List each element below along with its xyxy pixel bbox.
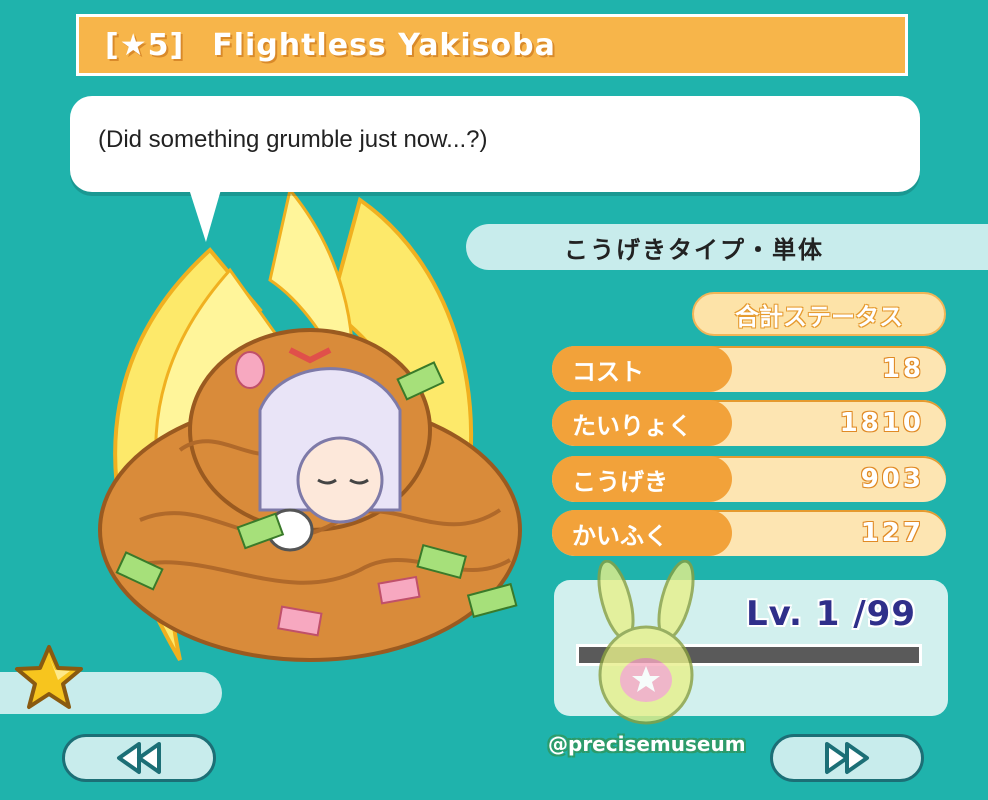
stat-row-recovery: かいふく 127: [552, 510, 946, 556]
speech-bubble-tail: [188, 186, 226, 242]
next-card-button[interactable]: [770, 734, 924, 782]
star-icon: [15, 645, 83, 709]
fast-forward-icon: [825, 742, 869, 774]
stat-row-attack: こうげき 903: [552, 456, 946, 502]
total-status-label: 合計ステータス: [735, 302, 903, 331]
previous-card-button[interactable]: [62, 734, 216, 782]
attack-type-pill: こうげきタイプ・単体: [466, 224, 988, 270]
stat-row-hp: たいりょく 1810: [552, 400, 946, 446]
attack-type: こうげきタイプ・単体: [564, 235, 824, 264]
stat-value: 127: [860, 518, 924, 548]
mascot-watermark-icon: [597, 560, 695, 725]
stat-label: こうげき: [552, 456, 732, 502]
stat-value: 1810: [839, 408, 924, 438]
stat-label: たいりょく: [552, 400, 732, 446]
stat-row-cost: コスト 18: [552, 346, 946, 392]
stat-value: 18: [881, 354, 924, 384]
watermark-text: @precisemuseum: [548, 732, 746, 756]
speech-bubble: (Did something grumble just now...?): [70, 96, 920, 192]
total-status-header: 合計ステータス: [692, 292, 946, 336]
level-label: Lv. 1 /99: [745, 594, 916, 634]
card-quote: (Did something grumble just now...?): [98, 126, 488, 153]
card-title-bar: [★5] Flightless Yakisoba: [76, 14, 908, 76]
stat-value: 903: [860, 464, 924, 494]
rewind-icon: [117, 742, 161, 774]
card-name: Flightless Yakisoba: [212, 27, 556, 63]
rarity-label: [★5]: [105, 27, 185, 63]
stat-label: かいふく: [552, 510, 732, 556]
stat-label: コスト: [552, 346, 732, 392]
